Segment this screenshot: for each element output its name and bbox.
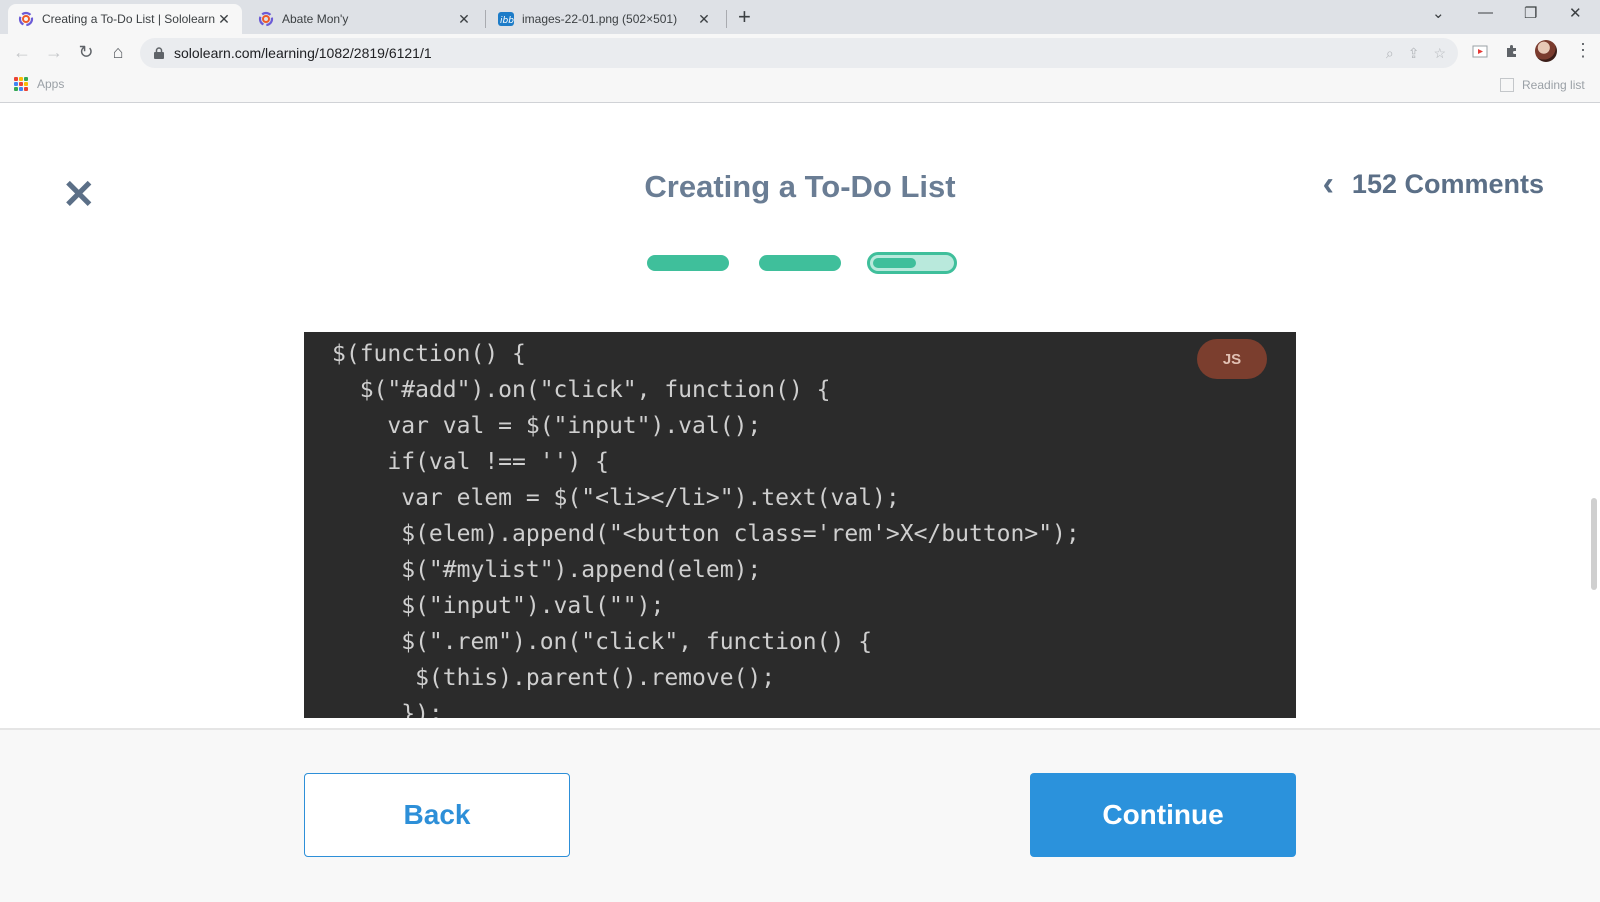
code-line: $("#add").on("click", function() { [332,377,831,403]
browser-menu-icon[interactable]: ⋮ [1574,40,1592,61]
code-line: $(function() { [332,341,526,367]
tab-separator [726,10,727,28]
apps-shortcut[interactable]: Apps [14,77,64,91]
zoom-icon[interactable]: ⌕ [1386,45,1394,62]
omnibox-actions: ⌕ ⇪ ☆ [1386,45,1446,62]
lesson-page: ✕ Creating a To-Do List ‹ 152 Comments J… [0,103,1600,902]
reading-list[interactable]: Reading list [1500,78,1585,92]
reading-list-label: Reading list [1522,78,1585,92]
language-badge: JS [1197,339,1267,379]
tab-image[interactable]: ibb images-22-01.png (502×501) ✕ [488,4,722,34]
apps-label: Apps [37,77,65,91]
tab-title: images-22-01.png (502×501) [522,12,678,26]
code-block: JS $(function() { $("#add").on("click", … [304,332,1296,718]
code-line: }); [332,701,443,718]
home-icon[interactable]: ⌂ [108,42,128,63]
code-line: $("input").val(""); [332,593,665,619]
back-button[interactable]: Back [304,773,570,857]
forward-arrow-icon[interactable]: → [44,42,64,63]
sololearn-icon [18,11,34,27]
new-tab-button[interactable]: + [738,6,751,28]
close-tab-icon[interactable]: ✕ [456,11,472,28]
lesson-footer: Back Continue [0,728,1600,902]
address-bar[interactable]: sololearn.com/learning/1082/2819/6121/1 … [140,38,1458,68]
tab-strip: Creating a To-Do List | Sololearn ✕ Abat… [0,0,1600,34]
lock-icon [154,47,164,59]
comments-link[interactable]: ‹ 152 Comments [1323,167,1544,201]
window-close-icon[interactable]: ✕ [1569,4,1582,22]
share-icon[interactable]: ⇪ [1408,45,1420,62]
extensions-puzzle-icon[interactable] [1504,43,1520,59]
chevron-left-icon: ‹ [1322,165,1334,203]
code-line: $("#mylist").append(elem); [332,557,762,583]
back-arrow-icon[interactable]: ← [12,42,32,63]
code-line: $(elem).append("<button class='rem'>X</b… [332,521,1080,547]
code-line: var elem = $("<li></li>").text(val); [332,485,900,511]
continue-button[interactable]: Continue [1030,773,1296,857]
scrollbar-thumb[interactable] [1591,498,1597,590]
tab-search-icon[interactable]: ⌄ [1432,4,1445,22]
code-line: $(".rem").on("click", function() { [332,629,873,655]
progress-step-1 [647,255,729,271]
code-line: if(val !== '') { [332,449,609,475]
code-line: var val = $("input").val(); [332,413,762,439]
progress-step-3-current [867,252,957,274]
tab-title: Abate Mon'y [282,12,349,26]
browser-toolbar: ← → ↻ ⌂ sololearn.com/learning/1082/2819… [0,34,1600,70]
apps-grid-icon [14,77,28,91]
svg-text:ibb: ibb [500,16,514,26]
tab-sololearn-lesson[interactable]: Creating a To-Do List | Sololearn ✕ [8,4,242,34]
restore-icon[interactable]: ❐ [1524,4,1537,22]
star-icon[interactable]: ☆ [1433,45,1446,62]
tab-title: Creating a To-Do List | Sololearn [42,12,215,26]
reload-icon[interactable]: ↻ [76,42,96,63]
tab-abate[interactable]: Abate Mon'y ✕ [248,4,482,34]
close-tab-icon[interactable]: ✕ [696,11,712,28]
tab-separator [485,10,486,28]
comments-count: 152 Comments [1351,168,1544,199]
sololearn-icon [258,11,274,27]
minimize-icon[interactable]: — [1478,4,1493,21]
bookmarks-bar: Apps Reading list [0,70,1600,103]
ibb-icon: ibb [498,12,514,26]
profile-avatar[interactable] [1535,40,1557,62]
reading-list-icon [1500,78,1514,92]
code-line: $(this).parent().remove(); [332,665,776,691]
youtube-extension-icon[interactable] [1472,43,1488,59]
url-text: sololearn.com/learning/1082/2819/6121/1 [174,45,432,61]
progress-step-2 [759,255,841,271]
progress-step-3-fill [873,258,916,268]
close-tab-icon[interactable]: ✕ [216,11,232,28]
